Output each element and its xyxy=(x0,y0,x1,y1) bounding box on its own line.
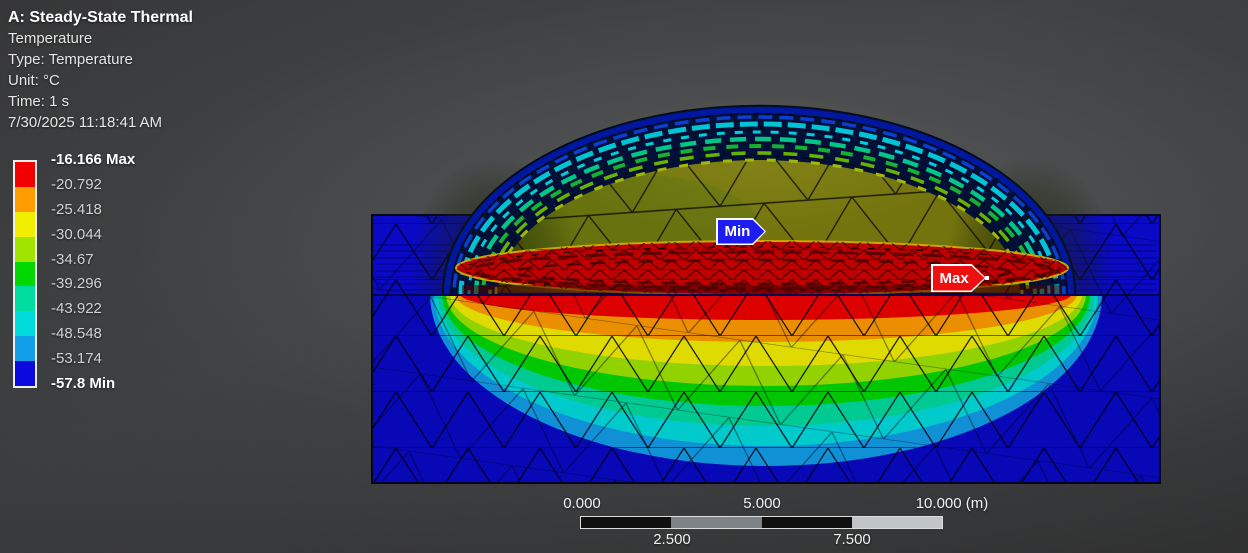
ruler-segment xyxy=(671,517,761,528)
graphics-window[interactable]: A: Steady-State Thermal Temperature Type… xyxy=(0,0,1248,553)
legend-swatch xyxy=(15,286,35,311)
legend-label-max: -16.166 Max xyxy=(51,149,135,171)
ruler-segment xyxy=(852,517,942,528)
ruler-label-5: 5.000 xyxy=(722,495,802,512)
result-time: Time: 1 s xyxy=(8,91,193,112)
legend-label: -53.174 xyxy=(51,348,135,370)
legend-label: -30.044 xyxy=(51,224,135,246)
result-header: A: Steady-State Thermal Temperature Type… xyxy=(8,7,193,133)
legend-swatch xyxy=(15,162,35,187)
legend-swatch xyxy=(15,237,35,262)
result-unit: Unit: °C xyxy=(8,70,193,91)
legend-swatch xyxy=(15,336,35,361)
legend-label: -43.922 xyxy=(51,298,135,320)
legend-label: -25.418 xyxy=(51,199,135,221)
legend-swatch xyxy=(15,361,35,386)
result-timestamp: 7/30/2025 11:18:41 AM xyxy=(8,112,193,133)
legend-label-min: -57.8 Min xyxy=(51,373,135,395)
contour-legend: -16.166 Max -20.792 -25.418 -30.044 -34.… xyxy=(13,160,135,395)
result-type: Type: Temperature xyxy=(8,49,193,70)
max-probe-dot xyxy=(985,276,989,280)
legend-label: -20.792 xyxy=(51,174,135,196)
scale-ruler: 0.000 5.000 10.000 (m) 2.500 7.500 xyxy=(580,495,945,550)
legend-swatch xyxy=(15,212,35,237)
analysis-title: A: Steady-State Thermal xyxy=(8,7,193,28)
legend-swatch xyxy=(15,187,35,212)
legend-label: -39.296 xyxy=(51,273,135,295)
ruler-label-10: 10.000 (m) xyxy=(907,495,997,512)
legend-label: -34.67 xyxy=(51,249,135,271)
max-flag-label: Max xyxy=(940,270,969,287)
ruler-bar xyxy=(580,516,943,529)
result-name: Temperature xyxy=(8,28,193,49)
ruler-label-2-5: 2.500 xyxy=(632,531,712,548)
ruler-label-0: 0.000 xyxy=(542,495,622,512)
ruler-segment xyxy=(581,517,671,528)
legend-swatch xyxy=(15,262,35,287)
ruler-label-7-5: 7.500 xyxy=(812,531,892,548)
min-flag-label: Min xyxy=(725,223,751,240)
legend-label: -48.548 xyxy=(51,323,135,345)
legend-swatch xyxy=(15,311,35,336)
legend-labels: -16.166 Max -20.792 -25.418 -30.044 -34.… xyxy=(51,149,135,395)
ruler-segment xyxy=(762,517,852,528)
legend-colorbar xyxy=(13,160,37,388)
